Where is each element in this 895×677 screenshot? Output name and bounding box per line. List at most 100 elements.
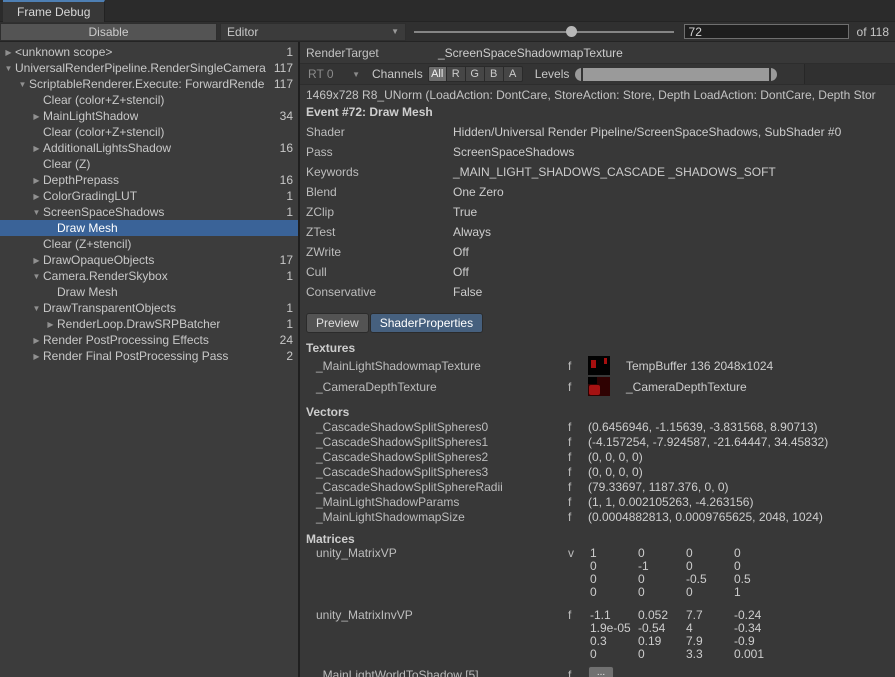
frame-slider[interactable]	[414, 22, 674, 42]
matrix-cell: 0	[638, 572, 686, 586]
levels-range-slider[interactable]	[575, 68, 777, 81]
tree-item[interactable]: ▶Render Final PostProcessing Pass2	[0, 348, 298, 364]
property-value: False	[453, 285, 482, 299]
property-value: Off	[453, 245, 469, 259]
tab-frame-debug-label: Frame Debug	[17, 5, 90, 19]
channel-button-g[interactable]: G	[466, 66, 485, 82]
matrix-cell: 0.001	[734, 647, 782, 661]
channel-button-b[interactable]: B	[485, 66, 504, 82]
property-value: ScreenSpaceShadows	[453, 145, 574, 159]
foldout-expanded-icon[interactable]: ▼	[30, 304, 43, 313]
matrix-cell: 0.19	[638, 634, 686, 648]
tree-item[interactable]: ▶AdditionalLightsShadow16	[0, 140, 298, 156]
channel-button-a[interactable]: A	[504, 66, 523, 82]
vector-value: (0, 0, 0, 0)	[588, 465, 643, 479]
rt-index-dropdown[interactable]: RT 0 ▼	[304, 66, 364, 82]
toolbar: Disable Editor ▼ of 118	[0, 22, 895, 42]
matrix-cell: 1.9e-05	[590, 621, 638, 635]
tree-item[interactable]: ▼UniversalRenderPipeline.RenderSingleCam…	[0, 60, 298, 76]
property-row: ShaderHidden/Universal Render Pipeline/S…	[300, 121, 895, 141]
tree-item[interactable]: ▼Camera.RenderSkybox1	[0, 268, 298, 284]
tree-item-count: 34	[280, 109, 298, 123]
tree-item[interactable]: ▼ScriptableRenderer.Execute: ForwardRend…	[0, 76, 298, 92]
tree-item[interactable]: Clear (color+Z+stencil)	[0, 92, 298, 108]
vector-value: (79.33697, 1187.376, 0, 0)	[588, 480, 729, 494]
vector-row: _CascadeShadowSplitSpheres0f(0.6456946, …	[300, 419, 895, 434]
property-name: ZClip	[306, 205, 334, 219]
tree-item-count: 1	[286, 205, 298, 219]
tree-item[interactable]: ▼ScreenSpaceShadows1	[0, 204, 298, 220]
foldout-collapsed-icon[interactable]: ▶	[30, 192, 43, 201]
disable-button[interactable]: Disable	[0, 23, 217, 41]
foldout-collapsed-icon[interactable]: ▶	[2, 48, 15, 57]
foldout-expanded-icon[interactable]: ▼	[2, 64, 15, 73]
tree-item[interactable]: Draw Mesh	[0, 220, 298, 236]
vector-name: _MainLightShadowmapSize	[316, 510, 465, 524]
tab-shaderproperties[interactable]: ShaderProperties	[370, 313, 483, 333]
tree-item[interactable]: ▶ColorGradingLUT1	[0, 188, 298, 204]
property-row: ZWriteOff	[300, 241, 895, 261]
tree-item[interactable]: ▶<unknown scope>1	[0, 44, 298, 60]
matrix-cell: 0.5	[734, 572, 782, 586]
matrix-type: f	[568, 668, 571, 677]
vector-type: f	[568, 420, 571, 434]
texture-name: _MainLightShadowmapTexture	[316, 359, 481, 373]
tree-item[interactable]: Clear (Z+stencil)	[0, 236, 298, 252]
foldout-collapsed-icon[interactable]: ▶	[30, 144, 43, 153]
frame-slider-handle[interactable]	[566, 26, 577, 37]
property-row: BlendOne Zero	[300, 181, 895, 201]
tree-item[interactable]: ▶RenderLoop.DrawSRPBatcher1	[0, 316, 298, 332]
matrices-header: Matrices	[300, 530, 895, 546]
render-target-value: _ScreenSpaceShadowmapTexture	[438, 46, 623, 60]
matrix-values: -1.10.0527.7-0.241.9e-05-0.544-0.340.30.…	[590, 608, 782, 660]
frame-number-input[interactable]	[684, 24, 849, 39]
matrix-cell: -0.54	[638, 621, 686, 635]
tree-item-label: ColorGradingLUT	[43, 189, 137, 203]
textures-header: Textures	[300, 339, 895, 355]
depth-texture-thumbnail[interactable]	[588, 377, 610, 396]
matrices-list: unity_MatrixVPv10000-10000-0.50.50001uni…	[300, 546, 895, 677]
property-value: Hidden/Universal Render Pipeline/ScreenS…	[453, 125, 841, 139]
vector-type: f	[568, 435, 571, 449]
foldout-expanded-icon[interactable]: ▼	[30, 208, 43, 217]
tree-item[interactable]: ▶MainLightShadow34	[0, 108, 298, 124]
foldout-collapsed-icon[interactable]: ▶	[30, 112, 43, 121]
matrix-name: unity_MatrixInvVP	[316, 608, 413, 622]
channel-button-r[interactable]: R	[447, 66, 466, 82]
foldout-collapsed-icon[interactable]: ▶	[30, 256, 43, 265]
foldout-collapsed-icon[interactable]: ▶	[44, 320, 57, 329]
vector-name: _MainLightShadowParams	[316, 495, 459, 509]
foldout-expanded-icon[interactable]: ▼	[16, 80, 29, 89]
event-title: Event #72: Draw Mesh	[300, 103, 895, 121]
matrix-line: 003.30.001	[590, 647, 782, 660]
tab-preview[interactable]: Preview	[306, 313, 369, 333]
tree-item-label: DrawTransparentObjects	[43, 301, 176, 315]
vector-type: f	[568, 510, 571, 524]
property-row: CullOff	[300, 261, 895, 281]
foldout-collapsed-icon[interactable]: ▶	[30, 352, 43, 361]
tree-item[interactable]: Clear (color+Z+stencil)	[0, 124, 298, 140]
tree-item[interactable]: ▼DrawTransparentObjects1	[0, 300, 298, 316]
matrix-cell: -1.1	[590, 608, 638, 622]
foldout-expanded-icon[interactable]: ▼	[30, 272, 43, 281]
tree-item[interactable]: ▶DepthPrepass16	[0, 172, 298, 188]
channel-button-all[interactable]: All	[428, 66, 447, 82]
texture-row: _MainLightShadowmapTexturefTempBuffer 13…	[300, 355, 895, 376]
tree-item[interactable]: ▶DrawOpaqueObjects17	[0, 252, 298, 268]
tree-item[interactable]: Clear (Z)	[0, 156, 298, 172]
texture-type: f	[568, 380, 571, 394]
foldout-collapsed-icon[interactable]: ▶	[30, 176, 43, 185]
property-value: True	[453, 205, 477, 219]
foldout-collapsed-icon[interactable]: ▶	[30, 336, 43, 345]
tree-item[interactable]: ▶Render PostProcessing Effects24	[0, 332, 298, 348]
property-value: Off	[453, 265, 469, 279]
shadowmap-texture-thumbnail[interactable]	[588, 356, 610, 375]
matrix-cell: 0.052	[638, 608, 686, 622]
tree-item[interactable]: Draw Mesh	[0, 284, 298, 300]
target-dropdown[interactable]: Editor ▼	[220, 23, 406, 41]
expand-array-button[interactable]: ...	[588, 666, 614, 677]
tab-frame-debug[interactable]: Frame Debug	[3, 0, 105, 22]
vector-name: _CascadeShadowSplitSpheres1	[316, 435, 488, 449]
vector-value: (0.6456946, -1.15639, -3.831568, 8.90713…	[588, 420, 818, 434]
channels-strip: RT 0 ▼ Channels AllRGBA Levels	[300, 64, 895, 85]
